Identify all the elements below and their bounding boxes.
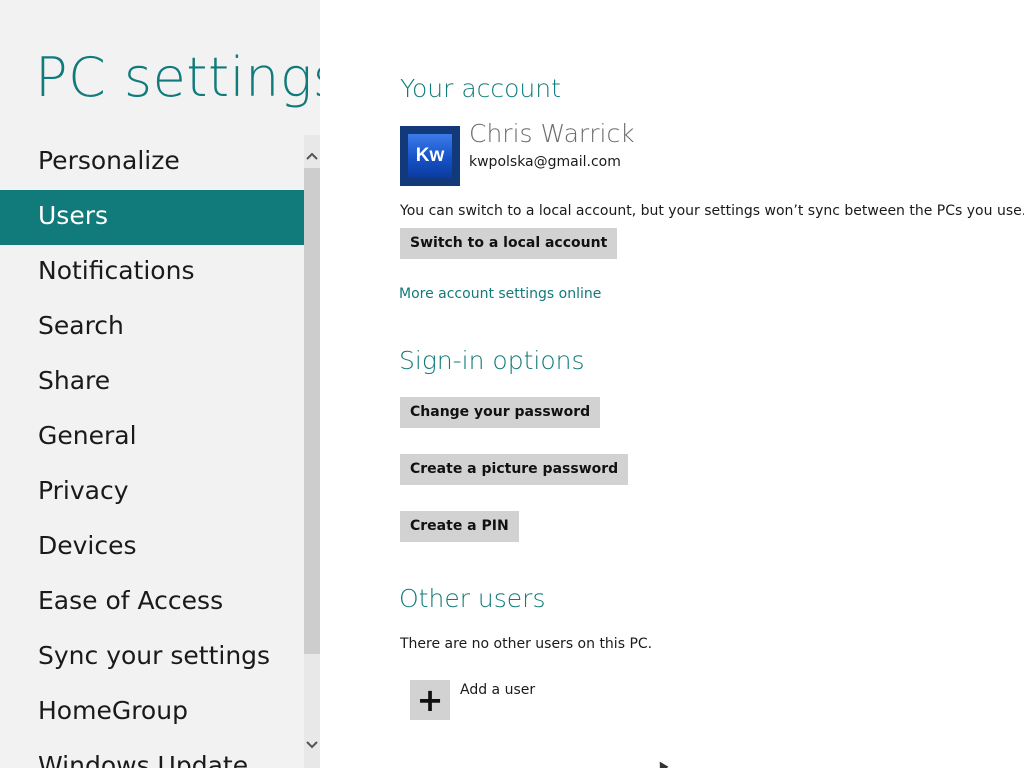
app-title: PC settings	[35, 46, 320, 109]
your-account-heading: Your account	[400, 74, 561, 103]
nav-item-users[interactable]: Users	[0, 190, 304, 245]
switch-to-local-account-button[interactable]: Switch to a local account	[400, 228, 618, 259]
nav-item-privacy[interactable]: Privacy	[0, 465, 304, 520]
nav-item-search[interactable]: Search	[0, 300, 304, 355]
sign-in-options-heading: Sign-in options	[399, 346, 585, 375]
create-picture-password-button[interactable]: Create a picture password	[400, 454, 629, 485]
content-pane: Your account Kw Chris Warrick kwpolska@g…	[399, 0, 1024, 768]
chevron-up-icon-glyph	[306, 152, 318, 160]
scroll-thumb[interactable]	[304, 168, 320, 654]
other-users-heading: Other users	[399, 584, 546, 613]
nav-item-personalize[interactable]: Personalize	[0, 135, 304, 190]
user-email: kwpolska@gmail.com	[469, 154, 621, 170]
nav-item-notifications[interactable]: Notifications	[0, 245, 304, 300]
avatar-initials: Kw	[408, 134, 452, 178]
chevron-down-icon-glyph	[306, 741, 318, 749]
nav-item-devices[interactable]: Devices	[0, 520, 304, 575]
avatar: Kw	[400, 126, 460, 186]
nav-item-share[interactable]: Share	[0, 355, 304, 410]
nav-list: Personalize Users Notifications Search S…	[0, 135, 304, 768]
nav-item-general[interactable]: General	[0, 410, 304, 465]
local-account-notice: You can switch to a local account, but y…	[400, 203, 1024, 219]
more-account-settings-link[interactable]: More account settings online	[399, 286, 601, 302]
left-pane: PC settings Personalize Users Notificati…	[0, 0, 320, 768]
plus-icon: +	[410, 680, 450, 720]
user-name: Chris Warrick	[469, 119, 635, 148]
nav-item-homegroup[interactable]: HomeGroup	[0, 685, 304, 740]
add-user-label: Add a user	[460, 682, 536, 698]
create-pin-button[interactable]: Create a PIN	[400, 511, 519, 542]
nav-scrollbar[interactable]	[304, 135, 320, 768]
pc-settings-window: PC settings Personalize Users Notificati…	[0, 0, 1024, 768]
chevron-down-icon[interactable]	[304, 736, 320, 754]
chevron-up-icon[interactable]	[304, 147, 320, 165]
nav-item-windows-update[interactable]: Windows Update	[0, 740, 304, 768]
nav-item-ease-of-access[interactable]: Ease of Access	[0, 575, 304, 630]
no-other-users-notice: There are no other users on this PC.	[400, 636, 653, 652]
change-password-button[interactable]: Change your password	[400, 397, 601, 428]
nav-item-sync-your-settings[interactable]: Sync your settings	[0, 630, 304, 685]
add-user-button[interactable]: + Add a user	[410, 680, 570, 720]
